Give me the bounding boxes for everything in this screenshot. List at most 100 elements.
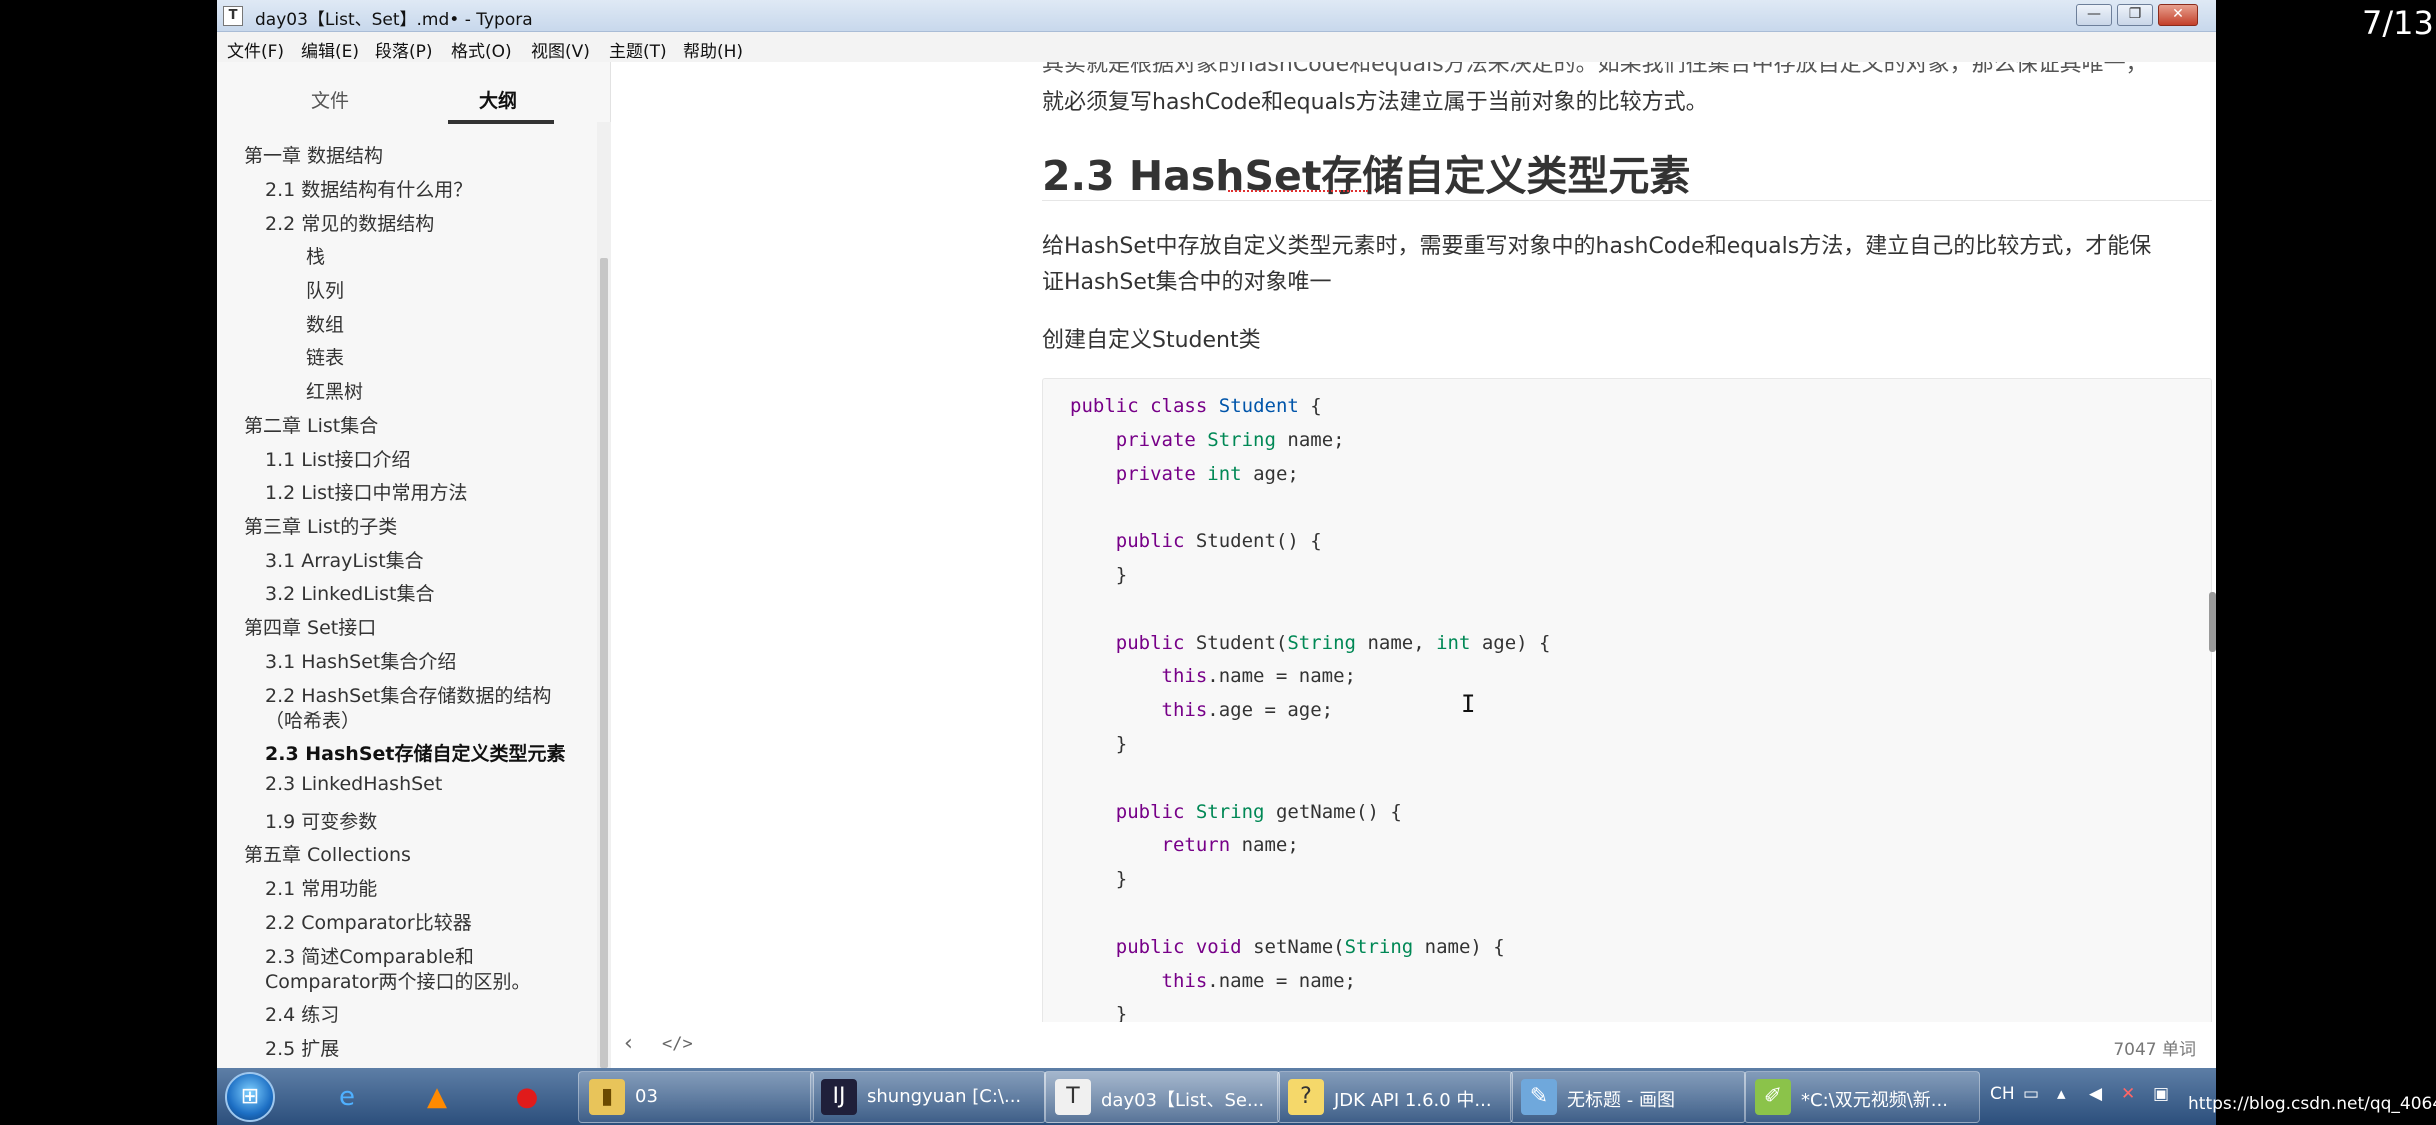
code-line: public class Student { xyxy=(1070,395,1322,417)
outline-item[interactable]: 栈 xyxy=(306,242,325,269)
tab-files[interactable]: 文件 xyxy=(311,86,349,113)
outline-item[interactable]: 3.1 HashSet集合介绍 xyxy=(265,647,456,674)
sidebar-toggle-icon[interactable]: ‹ xyxy=(624,1031,633,1056)
code-block[interactable]: public class Student { private String na… xyxy=(1042,378,2212,1022)
vlc-icon[interactable]: ▲ xyxy=(417,1077,457,1117)
record-icon[interactable]: ● xyxy=(507,1077,547,1117)
network-icon[interactable]: ✕ xyxy=(2121,1084,2135,1104)
window-title: day03【List、Set】.md• - Typora xyxy=(255,10,533,30)
start-button[interactable]: ⊞ xyxy=(225,1072,275,1122)
outline-item[interactable]: 1.9 可变参数 xyxy=(265,807,377,834)
menu-view[interactable]: 视图(V) xyxy=(531,37,590,62)
heading-divider xyxy=(1042,200,2212,201)
outline-item[interactable]: 3.2 LinkedList集合 xyxy=(265,579,434,606)
outline-item[interactable]: 第四章 Set接口 xyxy=(244,613,376,640)
paragraph: 证HashSet集合中的对象唯一 xyxy=(1042,270,1332,295)
task-label: day03【List、Se... xyxy=(1101,1090,1265,1111)
text-cursor-icon: I xyxy=(1461,690,1476,718)
ie-icon[interactable]: e xyxy=(327,1077,367,1117)
typora-window: T day03【List、Set】.md• - Typora — ❐ ✕ 文件(… xyxy=(217,0,2216,1068)
outline-item[interactable]: 2.4 练习 xyxy=(265,1000,339,1027)
task-typora[interactable]: T day03【List、Se... xyxy=(1044,1071,1280,1123)
folder-icon: ▮ xyxy=(589,1079,625,1115)
code-line: public Student(String name, int age) { xyxy=(1115,631,1551,654)
outline-item[interactable]: 1.2 List接口中常用方法 xyxy=(265,478,467,505)
editor-content[interactable]: 其实就是根据对象的hashCode和equals方法来决定的。如果我们往集合中存… xyxy=(612,62,2216,1022)
code-line: } xyxy=(1070,564,1128,586)
code-line: return name; xyxy=(1161,834,1299,857)
outline-item[interactable]: 2.1 常用功能 xyxy=(265,874,377,901)
action-center-icon[interactable]: ▣ xyxy=(2153,1084,2169,1104)
volume-icon[interactable]: ◀ xyxy=(2089,1084,2102,1104)
menu-paragraph[interactable]: 段落(P) xyxy=(375,37,433,62)
outline-item[interactable]: 第二章 List集合 xyxy=(244,411,378,438)
code-line: public void setName(String name) { xyxy=(1115,935,1505,958)
keyboard-icon[interactable]: ▭ xyxy=(2023,1084,2039,1104)
tray-arrow-icon[interactable]: ▴ xyxy=(2057,1084,2066,1104)
help-icon: ? xyxy=(1288,1079,1324,1115)
typora-app-icon: T xyxy=(223,6,243,26)
outline-item-active[interactable]: 2.3 HashSet存储自定义类型元素 xyxy=(265,739,566,766)
paragraph: 就必须复写hashCode和equals方法建立属于当前对象的比较方式。 xyxy=(1042,90,1708,115)
menu-bar: 文件(F) 编辑(E) 段落(P) 格式(O) 视图(V) 主题(T) 帮助(H… xyxy=(217,32,2216,62)
minimize-button[interactable]: — xyxy=(2076,4,2112,26)
menu-help[interactable]: 帮助(H) xyxy=(683,37,743,62)
code-line: } xyxy=(1070,868,1128,891)
maximize-button[interactable]: ❐ xyxy=(2117,4,2153,26)
outline-item[interactable]: 红黑树 xyxy=(306,377,363,404)
outline-item[interactable]: 2.3 简述Comparable和 xyxy=(265,942,474,969)
outline-item[interactable]: 队列 xyxy=(306,276,344,303)
outline-item[interactable]: 1.1 List接口介绍 xyxy=(265,445,410,472)
outline-item[interactable]: 2.2 常见的数据结构 xyxy=(265,209,434,236)
outline-item[interactable]: 链表 xyxy=(306,343,344,370)
code-line: private String name; xyxy=(1115,428,1345,451)
task-notepad[interactable]: ✐ *C:\双元视频\新... xyxy=(1744,1071,1980,1123)
source-mode-icon[interactable]: </> xyxy=(662,1034,693,1054)
notepad-icon: ✐ xyxy=(1755,1079,1791,1115)
task-label: 无标题 - 画图 xyxy=(1567,1090,1675,1111)
paragraph: 给HashSet中存放自定义类型元素时，需要重写对象中的hashCode和equ… xyxy=(1042,234,2152,259)
watermark-text: https://blog.csdn.net/qq_40649503 xyxy=(2188,1094,2436,1114)
menu-file[interactable]: 文件(F) xyxy=(227,37,284,62)
code-line: } xyxy=(1070,733,1128,755)
task-paint[interactable]: ✎ 无标题 - 画图 xyxy=(1510,1071,1746,1123)
outline-item[interactable]: 数组 xyxy=(306,310,344,337)
outline-item[interactable]: 2.2 HashSet集合存储数据的结构 xyxy=(265,681,551,708)
outline-item[interactable]: 第一章 数据结构 xyxy=(244,141,383,168)
outline-item[interactable]: 2.1 数据结构有什么用？ xyxy=(265,175,472,202)
task-label: *C:\双元视频\新... xyxy=(1801,1090,1948,1111)
title-bar[interactable]: T day03【List、Set】.md• - Typora — ❐ ✕ xyxy=(217,0,2216,32)
editor-scrollbar-thumb[interactable] xyxy=(2209,592,2216,652)
code-line: this.name = name; xyxy=(1161,969,1356,992)
menu-theme[interactable]: 主题(T) xyxy=(609,37,667,62)
code-line: } xyxy=(1070,1003,1128,1022)
task-jdk-api[interactable]: ? JDK API 1.6.0 中... xyxy=(1277,1071,1513,1123)
close-button[interactable]: ✕ xyxy=(2158,4,2198,26)
spellcheck-underline xyxy=(1228,189,1368,192)
task-intellij[interactable]: IJ shungyuan [C:\... xyxy=(810,1071,1046,1123)
outline-item[interactable]: 2.5 扩展 xyxy=(265,1034,339,1061)
paragraph-partial: 其实就是根据对象的hashCode和equals方法来决定的。如果我们往集合中存… xyxy=(1042,62,2148,77)
outline-item-continuation[interactable]: Comparator两个接口的区别。 xyxy=(265,967,530,994)
typora-icon: T xyxy=(1055,1079,1091,1115)
task-folder[interactable]: ▮ 03 xyxy=(578,1071,814,1123)
outline-item[interactable]: 2.3 LinkedHashSet xyxy=(265,773,442,795)
outline-item[interactable]: 3.1 ArrayList集合 xyxy=(265,546,424,573)
outline-item[interactable]: 第五章 Collections xyxy=(244,840,411,867)
tab-outline[interactable]: 大纲 xyxy=(479,86,517,113)
menu-edit[interactable]: 编辑(E) xyxy=(301,37,359,62)
outline-item-continuation[interactable]: （哈希表） xyxy=(265,706,360,733)
code-line: public Student() { xyxy=(1115,530,1322,553)
outline-item[interactable]: 2.2 Comparator比较器 xyxy=(265,908,472,935)
outline-item[interactable]: 第三章 List的子类 xyxy=(244,512,397,539)
sidebar-scrollbar-thumb[interactable] xyxy=(600,258,608,1068)
page-counter: 7/13 xyxy=(2362,4,2434,42)
menu-format[interactable]: 格式(O) xyxy=(451,37,512,62)
word-count[interactable]: 7047 单词 xyxy=(2113,1035,2196,1060)
intellij-icon: IJ xyxy=(821,1079,857,1115)
paragraph: 创建自定义Student类 xyxy=(1042,328,1261,353)
code-line: public String getName() { xyxy=(1115,800,1402,823)
code-line: this.age = age; xyxy=(1161,699,1334,722)
input-method-indicator[interactable]: CH xyxy=(1990,1084,2015,1104)
code-line: this.name = name; xyxy=(1161,665,1356,688)
